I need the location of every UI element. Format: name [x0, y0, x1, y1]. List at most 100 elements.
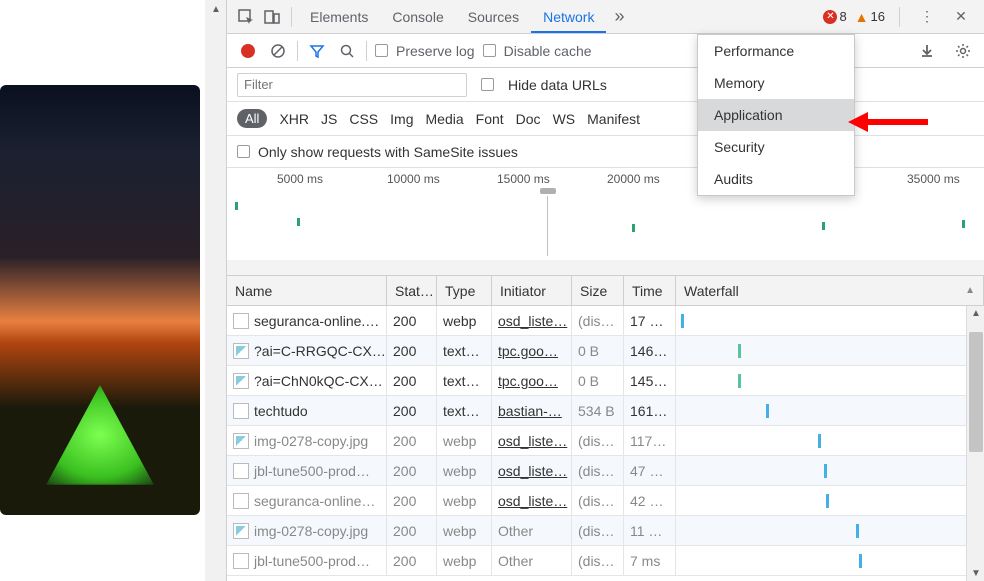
- table-row[interactable]: ?ai=C-RRGQC-CX…200text…tpc.goo…0 B146…: [227, 336, 984, 366]
- file-icon: [233, 343, 249, 359]
- header-name[interactable]: Name: [227, 276, 387, 305]
- tl-label: 10000 ms: [387, 172, 440, 186]
- header-waterfall[interactable]: Waterfall▲: [676, 276, 984, 305]
- table-row[interactable]: img-0278-copy.jpg200webposd_liste…(dis…1…: [227, 426, 984, 456]
- hide-data-urls-checkbox[interactable]: [481, 78, 494, 91]
- request-initiator[interactable]: tpc.goo…: [498, 373, 558, 389]
- scroll-up-icon[interactable]: ▲: [971, 308, 981, 319]
- clear-icon[interactable]: [267, 40, 289, 62]
- tl-tick: [235, 202, 238, 210]
- request-initiator[interactable]: bastian-…: [498, 403, 562, 419]
- filter-input[interactable]: [237, 73, 467, 97]
- request-type: text…: [437, 366, 492, 395]
- devtools-tabbar: Elements Console Sources Network » ✕ 8 ▲…: [227, 0, 984, 34]
- page-scrollbar[interactable]: ▲: [205, 0, 227, 581]
- request-waterfall: [676, 396, 984, 425]
- table-row[interactable]: seguranca-online.…200webposd_liste…(dis……: [227, 306, 984, 336]
- type-img[interactable]: Img: [390, 111, 413, 127]
- download-icon[interactable]: [916, 40, 938, 62]
- tl-tick: [822, 222, 825, 230]
- request-waterfall: [676, 456, 984, 485]
- menu-performance[interactable]: Performance: [698, 35, 854, 67]
- table-row[interactable]: jbl-tune500-prod…200webpOther(dis…7 ms: [227, 546, 984, 576]
- request-type: text…: [437, 396, 492, 425]
- close-icon[interactable]: ✕: [948, 4, 974, 30]
- request-initiator[interactable]: osd_liste…: [498, 313, 567, 329]
- tent-shape: [40, 385, 160, 485]
- request-time: 146…: [624, 336, 676, 365]
- request-status: 200: [387, 516, 437, 545]
- warning-count-badge[interactable]: ▲ 16: [855, 9, 885, 25]
- file-icon: [233, 313, 249, 329]
- scroll-thumb[interactable]: [969, 332, 983, 452]
- record-button[interactable]: [237, 40, 259, 62]
- scroll-down-icon[interactable]: ▼: [971, 568, 981, 579]
- grid-scrollbar[interactable]: ▲ ▼: [966, 306, 984, 581]
- type-doc[interactable]: Doc: [516, 111, 541, 127]
- tab-console[interactable]: Console: [380, 1, 455, 33]
- tl-marker[interactable]: [547, 196, 548, 256]
- request-size: 0 B: [572, 366, 624, 395]
- filter-icon[interactable]: [306, 40, 328, 62]
- error-count-badge[interactable]: ✕ 8: [823, 9, 846, 24]
- menu-application[interactable]: Application: [698, 99, 854, 131]
- request-waterfall: [676, 546, 984, 575]
- menu-audits[interactable]: Audits: [698, 163, 854, 195]
- preserve-log-checkbox[interactable]: [375, 44, 388, 57]
- header-status[interactable]: Stat…: [387, 276, 437, 305]
- request-initiator[interactable]: osd_liste…: [498, 433, 567, 449]
- header-time[interactable]: Time: [624, 276, 676, 305]
- header-type[interactable]: Type: [437, 276, 492, 305]
- samesite-label: Only show requests with SameSite issues: [258, 144, 518, 160]
- disable-cache-checkbox[interactable]: [483, 44, 496, 57]
- menu-security[interactable]: Security: [698, 131, 854, 163]
- kebab-menu-icon[interactable]: ⋮: [914, 4, 940, 30]
- menu-memory[interactable]: Memory: [698, 67, 854, 99]
- request-initiator[interactable]: Other: [498, 523, 533, 539]
- type-ws[interactable]: WS: [553, 111, 576, 127]
- header-initiator[interactable]: Initiator: [492, 276, 572, 305]
- inspect-icon[interactable]: [233, 4, 259, 30]
- page-viewport: [0, 0, 205, 581]
- timeline-overview[interactable]: 5000 ms 10000 ms 15000 ms 20000 ms 35000…: [227, 168, 984, 260]
- header-size[interactable]: Size: [572, 276, 624, 305]
- overflow-icon[interactable]: »: [606, 4, 632, 30]
- scroll-up-icon[interactable]: ▲: [208, 2, 224, 18]
- separator: [366, 41, 367, 61]
- device-toggle-icon[interactable]: [259, 4, 285, 30]
- request-initiator[interactable]: osd_liste…: [498, 463, 567, 479]
- tab-sources[interactable]: Sources: [456, 1, 531, 33]
- request-time: 47 …: [624, 456, 676, 485]
- settings-gear-icon[interactable]: [952, 40, 974, 62]
- separator: [899, 7, 900, 27]
- tl-label: 35000 ms: [907, 172, 960, 186]
- type-manifest[interactable]: Manifest: [587, 111, 640, 127]
- type-css[interactable]: CSS: [349, 111, 378, 127]
- request-initiator[interactable]: osd_liste…: [498, 493, 567, 509]
- search-icon[interactable]: [336, 40, 358, 62]
- panel-resizer[interactable]: [227, 260, 984, 276]
- request-waterfall: [676, 486, 984, 515]
- file-icon: [233, 493, 249, 509]
- type-media[interactable]: Media: [426, 111, 464, 127]
- type-xhr[interactable]: XHR: [279, 111, 309, 127]
- warning-icon: ▲: [855, 9, 869, 25]
- table-row[interactable]: techtudo200text…bastian-…534 B161…: [227, 396, 984, 426]
- table-row[interactable]: ?ai=ChN0kQC-CX…200text…tpc.goo…0 B145…: [227, 366, 984, 396]
- request-time: 117…: [624, 426, 676, 455]
- table-row[interactable]: img-0278-copy.jpg200webpOther(dis…11 …: [227, 516, 984, 546]
- request-time: 161…: [624, 396, 676, 425]
- tl-handle[interactable]: [540, 188, 556, 194]
- samesite-checkbox[interactable]: [237, 145, 250, 158]
- request-initiator[interactable]: Other: [498, 553, 533, 569]
- tab-network[interactable]: Network: [531, 1, 606, 33]
- type-js[interactable]: JS: [321, 111, 337, 127]
- type-font[interactable]: Font: [476, 111, 504, 127]
- file-icon: [233, 553, 249, 569]
- request-initiator[interactable]: tpc.goo…: [498, 343, 558, 359]
- table-row[interactable]: seguranca-online…200webposd_liste…(dis…4…: [227, 486, 984, 516]
- table-row[interactable]: jbl-tune500-prod…200webposd_liste…(dis…4…: [227, 456, 984, 486]
- tab-elements[interactable]: Elements: [298, 1, 380, 33]
- tl-tick: [297, 218, 300, 226]
- type-all[interactable]: All: [237, 109, 267, 128]
